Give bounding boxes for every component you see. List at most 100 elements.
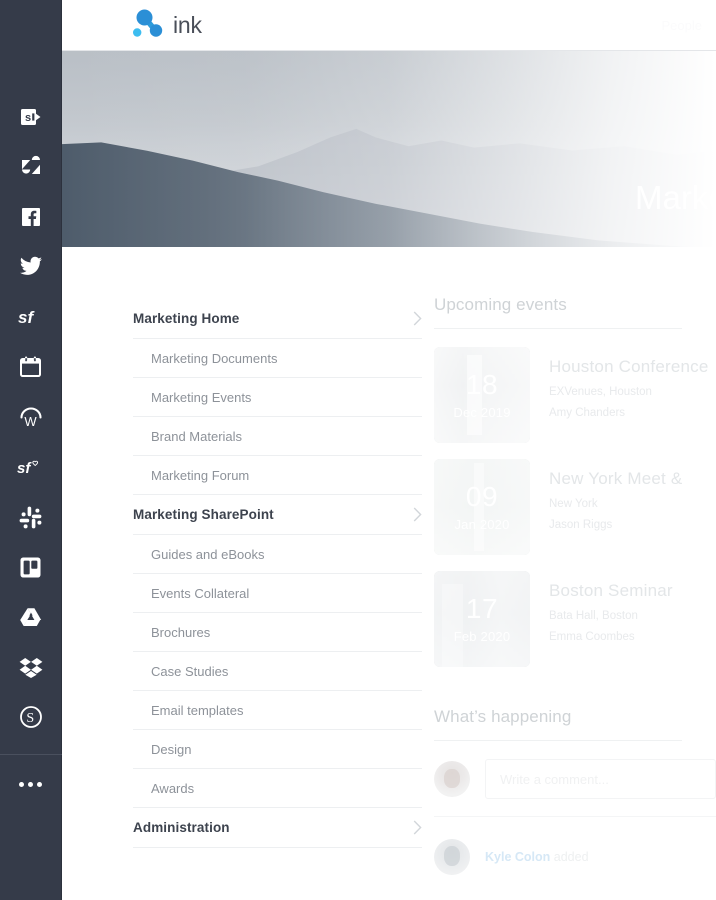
activity-column: Upcoming events 18 Dec 2019 Houston Confer… (434, 247, 716, 900)
nav-item-marketing-sharepoint[interactable]: Marketing SharePoint (133, 495, 422, 535)
svg-text:S: S (26, 711, 34, 726)
chevron-right-icon (413, 507, 422, 522)
chevron-right-icon (413, 820, 422, 835)
event-title[interactable]: Houston Conference (549, 357, 709, 377)
event-organizer: Emma Coombes (549, 631, 635, 643)
nav-item-brand-materials[interactable]: Brand Materials (133, 417, 422, 456)
nav-item-brochures[interactable]: Brochures (133, 613, 422, 652)
top-header-bar: ink People (62, 0, 716, 51)
site-nav-list: Marketing Home Marketing Documents Marketi… (133, 299, 422, 848)
nav-item-guides-and-ebooks[interactable]: Guides and eBooks (133, 535, 422, 574)
rail-item-skype[interactable]: S (0, 692, 62, 742)
nav-item-marketing-forum[interactable]: Marketing Forum (133, 456, 422, 495)
rail-app-list: s sf W sf S (0, 92, 61, 742)
nav-link-people[interactable]: People (662, 18, 702, 33)
feed-author-name[interactable]: Kyle Colon (485, 850, 550, 864)
nav-item-label: Email templates (151, 702, 244, 718)
event-title[interactable]: Boston Seminar (549, 581, 673, 601)
rail-item-twitter[interactable] (0, 242, 62, 292)
whats-happening-section: What’s happening Write a comment... Kyle… (434, 707, 716, 875)
rail-more-button[interactable] (0, 763, 62, 805)
event-card[interactable]: 17 Feb 2020 Boston Seminar Bata Hall, Bosto… (434, 571, 716, 667)
slack-icon (19, 506, 42, 528)
event-card[interactable]: 18 Dec 2019 Houston Conference EXVenues, Ho… (434, 347, 716, 443)
rail-item-facebook[interactable] (0, 192, 62, 242)
feed-author-avatar (434, 839, 470, 875)
top-header-nav: People (662, 18, 702, 33)
nav-item-label: Design (151, 741, 192, 757)
nav-item-label: Marketing Documents (151, 350, 278, 366)
nav-item-label: Administration (133, 820, 230, 835)
event-title[interactable]: New York Meet & (549, 469, 682, 489)
svg-text:W: W (24, 414, 37, 429)
nav-item-case-studies[interactable]: Case Studies (133, 652, 422, 691)
app-rail-sidebar: s sf W sf S (0, 0, 62, 900)
rail-item-trello[interactable] (0, 542, 62, 592)
app-root: s sf W sf S ink People Mark Marketing Ho… (0, 0, 716, 900)
event-date-badge: 09 Jan 2020 (434, 459, 530, 555)
comment-input[interactable]: Write a comment... (485, 759, 716, 799)
event-month-year: Feb 2020 (453, 628, 511, 644)
rail-divider (0, 754, 62, 755)
nav-item-events-collateral[interactable]: Events Collateral (133, 574, 422, 613)
svg-text:sf: sf (18, 308, 35, 327)
event-location: New York (549, 498, 598, 510)
salesforce-heart-icon: sf (17, 460, 38, 477)
event-info: New York Meet & New York Jason Riggs (530, 459, 682, 531)
event-month-year: Jan 2020 (454, 516, 510, 532)
nav-item-design[interactable]: Design (133, 730, 422, 769)
molecule-logo-icon (133, 9, 163, 37)
google-drive-icon (19, 608, 41, 626)
rail-item-calendar[interactable] (0, 342, 62, 392)
nav-item-marketing-documents[interactable]: Marketing Documents (133, 339, 422, 378)
hero-white-fade-overlay (62, 51, 716, 247)
nav-item-marketing-home[interactable]: Marketing Home (133, 299, 422, 339)
event-day: 09 (465, 480, 499, 512)
nav-item-label: Brand Materials (151, 428, 243, 444)
event-card[interactable]: 09 Jan 2020 New York Meet & New York Jason R… (434, 459, 716, 555)
hero-banner: Marketing (62, 51, 716, 247)
nav-item-label: Marketing Forum (151, 467, 250, 483)
event-date-badge: 18 Dec 2019 (434, 347, 530, 443)
nav-item-marketing-events[interactable]: Marketing Events (133, 378, 422, 417)
rail-item-dropbox[interactable] (0, 642, 62, 692)
sharepoint-icon: s (20, 109, 40, 125)
event-thumbnail: 09 Jan 2020 (434, 459, 530, 555)
event-day: 17 (465, 592, 499, 624)
upcoming-events-section: Upcoming events 18 Dec 2019 Houston Confer… (434, 295, 716, 667)
workfront-icon: W (19, 407, 42, 429)
upcoming-events-heading: Upcoming events (434, 295, 567, 314)
rail-item-zendesk[interactable] (0, 142, 62, 192)
event-organizer: Jason Riggs (549, 519, 613, 531)
ellipsis-dot (19, 781, 24, 787)
ellipsis-dot (37, 781, 42, 787)
feed-item[interactable]: Kyle Colon added (434, 839, 716, 875)
rail-item-sharepoint[interactable]: s (0, 92, 62, 142)
feed-item-text: Kyle Colon added (485, 850, 589, 864)
facebook-icon (21, 208, 40, 226)
event-thumbnail: 18 Dec 2019 (434, 347, 530, 443)
section-divider (434, 740, 682, 741)
rail-item-salesforce-chatter[interactable]: sf (0, 442, 62, 492)
event-info: Houston Conference EXVenues, Houston Amy C… (530, 347, 709, 419)
zendesk-icon (21, 155, 40, 174)
nav-item-label: Brochures (151, 624, 211, 640)
hero-title: Marketing (635, 179, 716, 216)
brand-logo[interactable]: ink (131, 8, 202, 42)
nav-item-label: Guides and eBooks (151, 546, 265, 562)
event-month-year: Dec 2019 (453, 404, 511, 420)
rail-item-slack[interactable] (0, 492, 62, 542)
nav-item-label: Events Collateral (151, 585, 250, 601)
event-thumbnail: 17 Feb 2020 (434, 571, 530, 667)
rail-item-salesforce[interactable]: sf (0, 292, 62, 342)
nav-item-administration[interactable]: Administration (133, 808, 422, 848)
nav-item-label: Marketing Events (151, 389, 252, 405)
svg-text:sf: sf (17, 460, 32, 477)
rail-item-workfront[interactable]: W (0, 392, 62, 442)
rail-item-google-drive[interactable] (0, 592, 62, 642)
upcoming-events-list: 18 Dec 2019 Houston Conference EXVenues, Ho… (434, 347, 716, 667)
ellipsis-dot (28, 781, 33, 787)
nav-item-awards[interactable]: Awards (133, 769, 422, 808)
nav-item-email-templates[interactable]: Email templates (133, 691, 422, 730)
whats-happening-heading: What’s happening (434, 707, 572, 726)
